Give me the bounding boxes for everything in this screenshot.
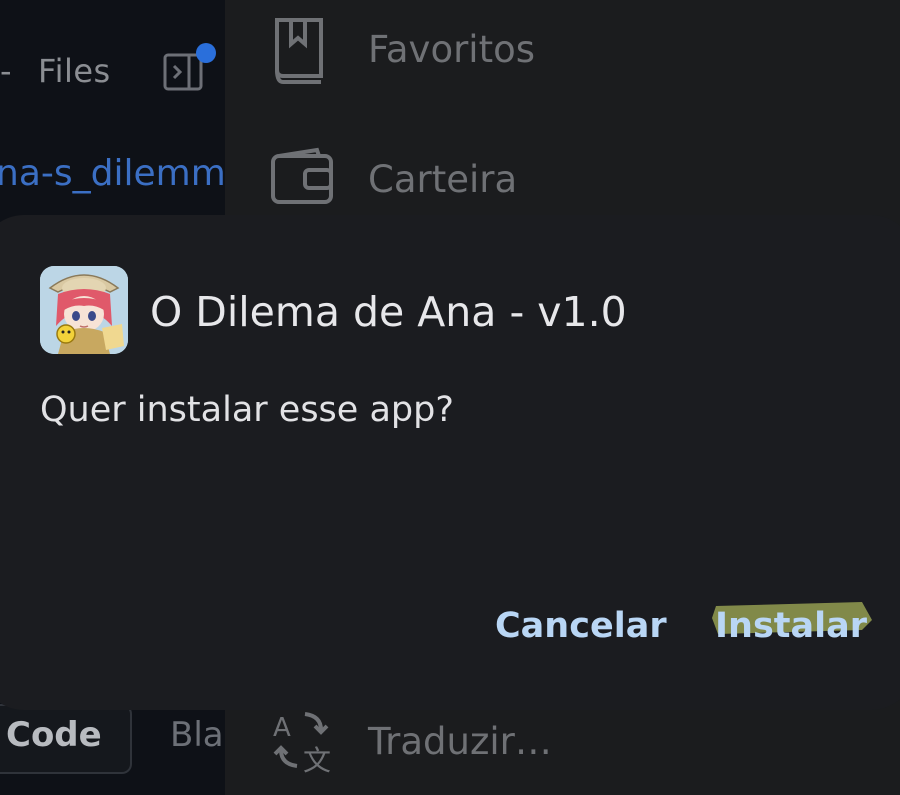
app-character-icon [40,266,128,354]
bookmark-icon [275,18,323,84]
install-button[interactable]: Instalar [715,606,867,646]
menu-item-favoritos[interactable]: Favoritos [225,8,900,98]
dialog-title: O Dilema de Ana - v1.0 [150,288,627,336]
repo-name-link[interactable]: na-s_dilemma [0,153,225,194]
back-arrow-fragment: - [0,52,12,90]
tab-code-label: Code [6,715,102,755]
wallet-icon [271,147,333,204]
menu-item-label: Favoritos [368,28,536,71]
dialog-message: Quer instalar esse app? [40,390,454,430]
menu-item-label: Traduzir… [368,720,552,763]
svg-text:A: A [273,713,291,743]
menu-item-label: Carteira [368,158,518,201]
cancel-button[interactable]: Cancelar [495,606,667,646]
tab-blame-label[interactable]: Bla [170,715,224,755]
menu-item-traduzir[interactable]: A 文 Traduzir… [225,700,900,790]
notification-dot [196,43,216,63]
translate-icon: A 文 [273,712,331,774]
files-header-label[interactable]: Files [38,52,111,90]
svg-text:文: 文 [303,744,331,774]
